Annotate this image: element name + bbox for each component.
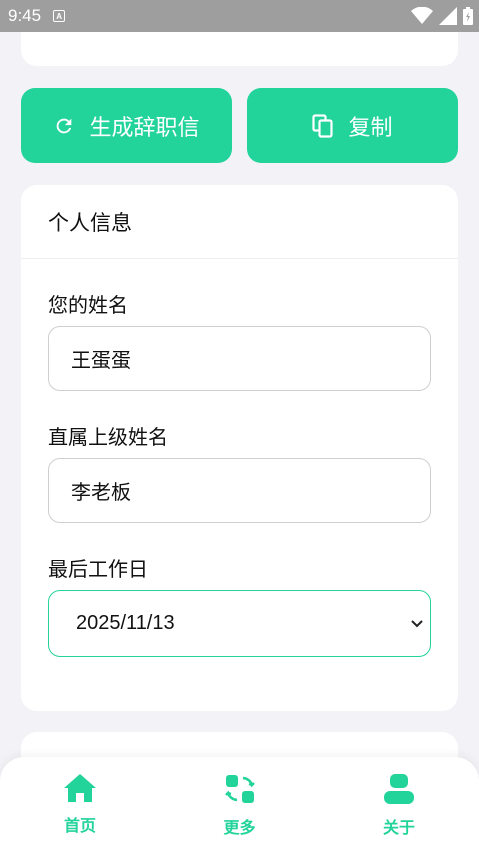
personal-info-card: 个人信息 您的姓名 王蛋蛋 直属上级姓名 李老板 最后工作日 2025/11/1… bbox=[21, 185, 458, 711]
boss-name-label: 直属上级姓名 bbox=[48, 425, 168, 449]
status-bar: 9:45 A bbox=[0, 0, 479, 32]
name-value: 王蛋蛋 bbox=[71, 348, 131, 372]
tab-more-label: 更多 bbox=[223, 818, 256, 837]
battery-icon bbox=[463, 7, 473, 25]
personal-info-title: 个人信息 bbox=[21, 185, 458, 259]
boss-name-input[interactable]: 李老板 bbox=[48, 458, 431, 523]
tab-about-label: 关于 bbox=[382, 818, 415, 837]
copy-button[interactable]: 复制 bbox=[247, 88, 458, 163]
refresh-icon bbox=[57, 118, 72, 133]
generate-letter-button[interactable]: 生成辞职信 bbox=[21, 88, 232, 163]
tab-home[interactable]: 首页 bbox=[20, 757, 140, 851]
last-day-value: 2025/11/13 bbox=[76, 612, 175, 634]
user-icon bbox=[384, 774, 414, 804]
generate-letter-label: 生成辞职信 bbox=[89, 115, 200, 141]
bottom-tab-bar: 首页 更多 关于 bbox=[0, 757, 479, 851]
boss-name-value: 李老板 bbox=[71, 480, 131, 504]
signal-icon bbox=[439, 7, 457, 25]
name-label: 您的姓名 bbox=[48, 293, 128, 317]
notification-icon: A bbox=[53, 10, 66, 22]
tab-about[interactable]: 关于 bbox=[339, 757, 459, 851]
tab-more[interactable]: 更多 bbox=[180, 757, 300, 851]
home-icon bbox=[64, 774, 96, 802]
more-icon bbox=[224, 775, 255, 803]
name-input[interactable]: 王蛋蛋 bbox=[48, 326, 431, 391]
status-time: 9:45 bbox=[8, 6, 42, 25]
tab-home-label: 首页 bbox=[63, 816, 96, 835]
copy-label: 复制 bbox=[348, 115, 393, 141]
wifi-icon bbox=[411, 7, 433, 24]
chevron-down-icon bbox=[411, 619, 423, 627]
last-day-label: 最后工作日 bbox=[48, 557, 148, 581]
last-day-select[interactable]: 2025/11/13 bbox=[48, 590, 431, 657]
copy-icon bbox=[312, 113, 334, 138]
